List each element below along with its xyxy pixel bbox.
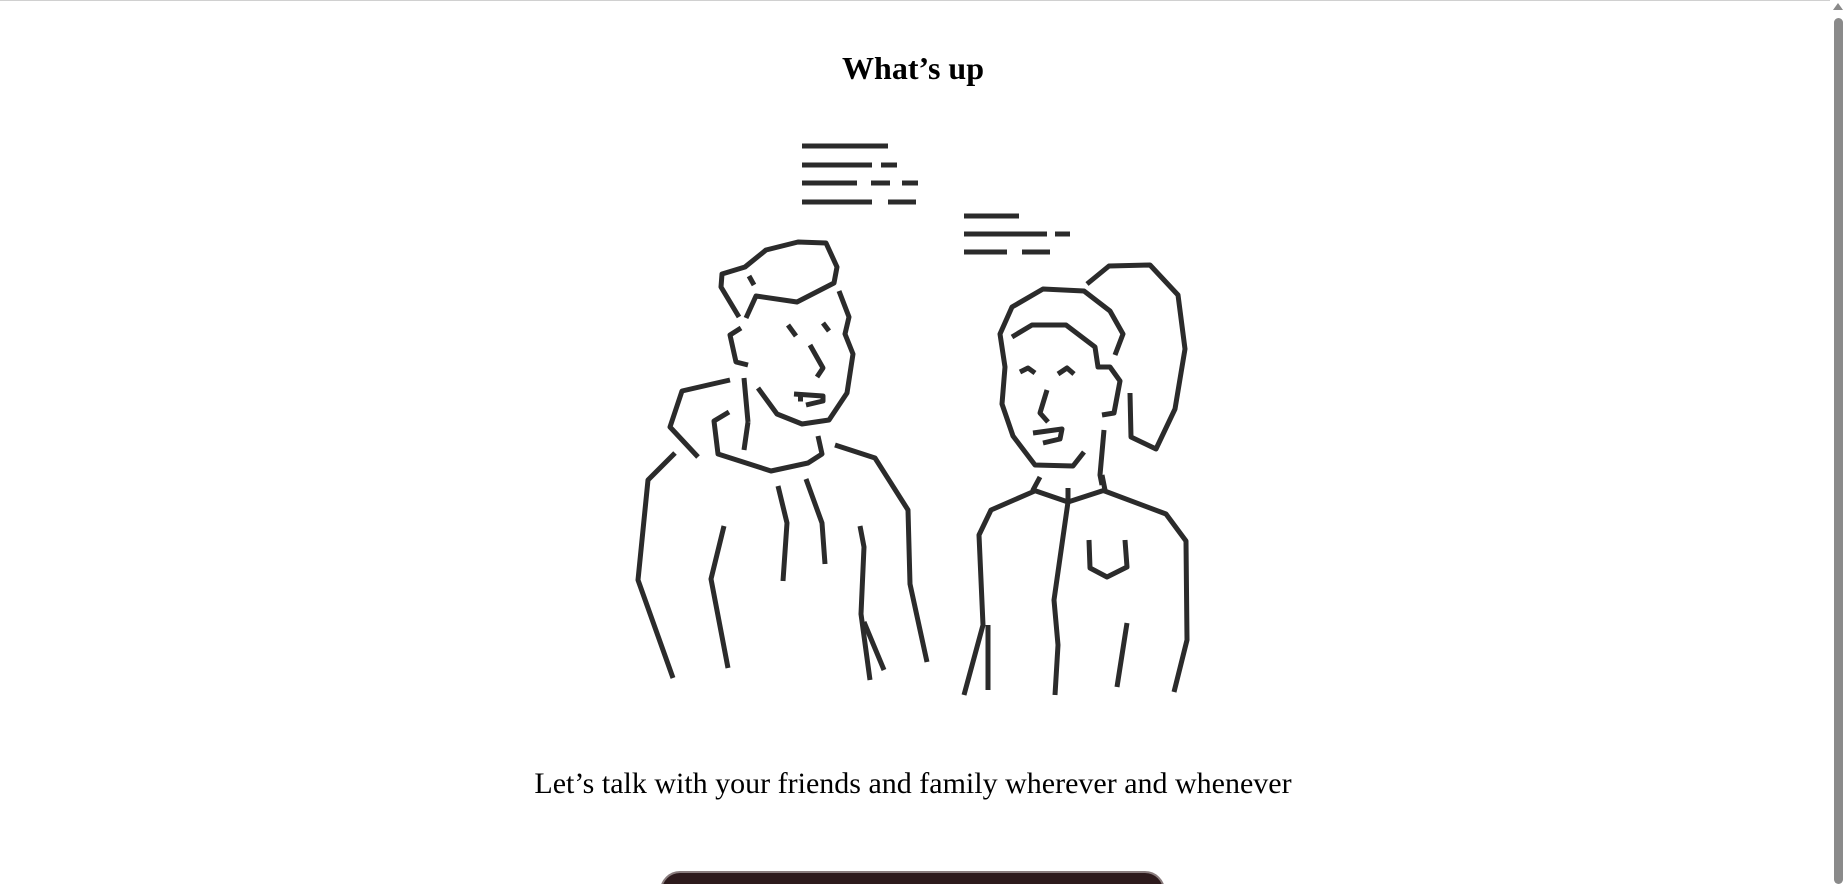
get-started-button[interactable]	[660, 871, 1165, 884]
top-border	[0, 0, 1846, 1]
scroll-up-arrow-icon[interactable]	[1833, 3, 1843, 10]
man-figure-icon	[635, 239, 930, 681]
tagline: Let’s talk with your friends and family …	[534, 767, 1292, 800]
friends-chatting-illustration	[630, 138, 1200, 698]
speech-lines-left-icon	[802, 143, 918, 205]
vertical-scrollbar[interactable]	[1830, 0, 1846, 884]
woman-figure-icon	[961, 262, 1190, 696]
scrollbar-thumb[interactable]	[1834, 18, 1843, 884]
speech-lines-right-icon	[964, 213, 1070, 255]
page-title: What’s up	[842, 50, 984, 86]
